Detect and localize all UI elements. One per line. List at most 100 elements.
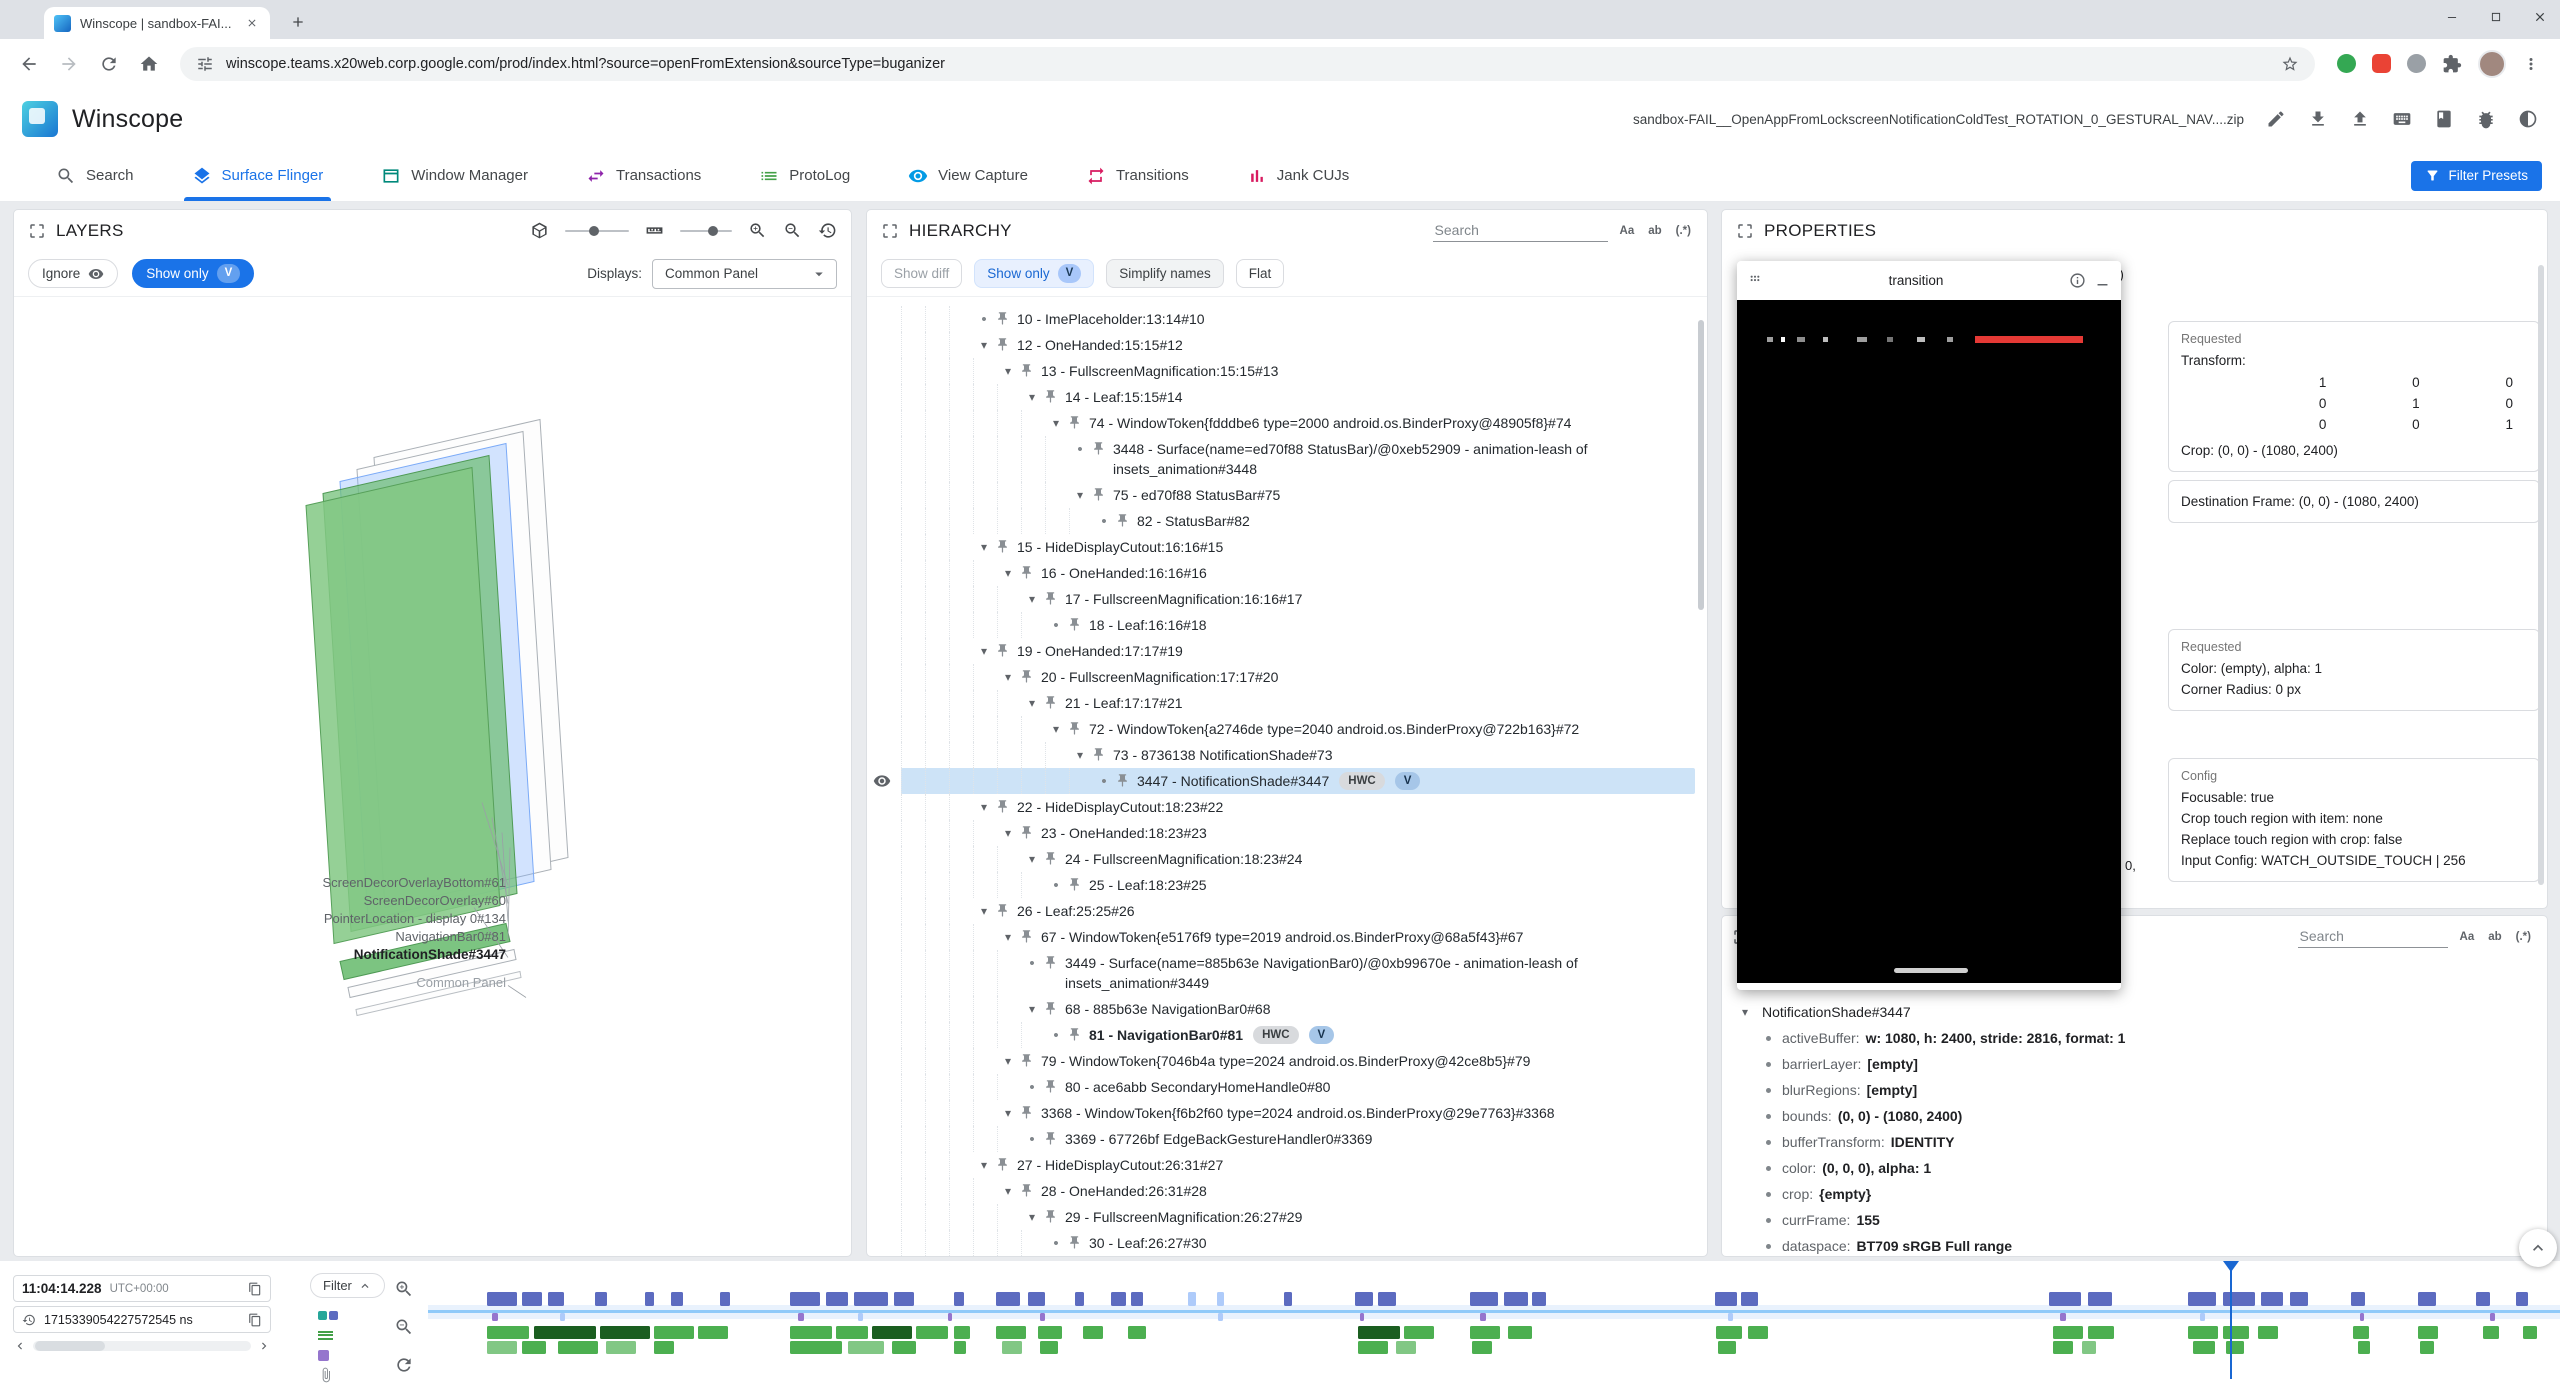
timeline-event-segment[interactable] <box>1040 1341 1058 1354</box>
pin-icon[interactable] <box>1067 617 1082 632</box>
hierarchy-node[interactable]: ▾73 - 8736138 NotificationShade#73 <box>901 742 1695 768</box>
selection-band[interactable] <box>428 1310 2560 1313</box>
report-bug-icon[interactable] <box>2476 109 2496 129</box>
timeline-event-segment[interactable] <box>1504 1292 1528 1306</box>
property-row[interactable]: bounds:(0, 0) - (1080, 2400) <box>1722 1103 2547 1129</box>
properties-search-input[interactable] <box>2298 925 2448 948</box>
legend-surface-flinger[interactable] <box>318 1325 362 1345</box>
pin-icon[interactable] <box>1043 851 1058 866</box>
timeline-event-segment[interactable] <box>1716 1326 1742 1339</box>
reset-zoom-icon[interactable] <box>394 1355 414 1375</box>
eye-icon[interactable] <box>873 772 891 790</box>
hierarchy-scrollbar[interactable] <box>1698 320 1704 610</box>
browser-tab[interactable]: Winscope | sandbox-FAI... <box>44 7 270 39</box>
pin-icon[interactable] <box>1019 669 1034 684</box>
zoom-in-icon[interactable] <box>748 221 767 240</box>
timeline-event-segment[interactable] <box>2420 1341 2434 1354</box>
timeline-event-segment[interactable] <box>487 1292 517 1306</box>
property-root-node[interactable]: ▾ NotificationShade#3447 <box>1722 999 2547 1025</box>
new-tab-button[interactable] <box>286 10 310 34</box>
bookmark-star-icon[interactable] <box>2281 55 2299 73</box>
collapse-chevron-icon[interactable]: ▾ <box>973 1152 995 1178</box>
hierarchy-node[interactable]: •30 - Leaf:26:27#30 <box>901 1230 1695 1256</box>
copy-icon[interactable] <box>248 1313 262 1327</box>
scroll-top-button[interactable] <box>2519 1229 2557 1267</box>
pin-icon[interactable] <box>995 337 1010 352</box>
collapse-chevron-icon[interactable]: ▾ <box>1021 586 1043 612</box>
pin-icon[interactable] <box>1043 591 1058 606</box>
layer-label[interactable]: NotificationShade#3447 <box>34 946 506 964</box>
pin-icon[interactable] <box>1019 1053 1034 1068</box>
collapse-chevron-icon[interactable]: ▾ <box>1021 846 1043 872</box>
extension-icon[interactable] <box>2407 54 2426 73</box>
collapse-chevron-icon[interactable]: ▾ <box>997 1178 1019 1204</box>
hierarchy-node[interactable]: ▾12 - OneHanded:15:15#12 <box>901 332 1695 358</box>
hierarchy-node[interactable]: •25 - Leaf:18:23#25 <box>901 872 1695 898</box>
timeline-event-segment[interactable] <box>548 1292 564 1306</box>
zoom-in-icon[interactable] <box>394 1279 414 1299</box>
timeline-event-segment[interactable] <box>654 1341 674 1354</box>
whole-word-toggle[interactable]: ab <box>2486 930 2503 944</box>
timeline-event-segment[interactable] <box>2523 1326 2537 1339</box>
timeline-event-segment[interactable] <box>2261 1292 2283 1306</box>
pin-icon[interactable] <box>995 799 1010 814</box>
timeline-event-segment[interactable] <box>2053 1326 2083 1339</box>
shortcuts-icon[interactable] <box>2392 109 2412 129</box>
timeline-event-segment[interactable] <box>954 1292 964 1306</box>
rotation-slider[interactable] <box>565 230 629 232</box>
address-bar[interactable]: winscope.teams.x20web.corp.google.com/pr… <box>180 47 2315 81</box>
property-row[interactable]: dataspace:BT709 sRGB Full range <box>1722 1233 2547 1256</box>
timeline-event-segment[interactable] <box>1128 1326 1146 1339</box>
timeline-event-segment[interactable] <box>826 1292 848 1306</box>
pin-icon[interactable] <box>1115 513 1130 528</box>
window-minimize-icon[interactable] <box>2444 9 2460 25</box>
timeline-event-segment[interactable] <box>996 1326 1026 1339</box>
timeline-event-segment[interactable] <box>1748 1326 1768 1339</box>
hierarchy-node[interactable]: •3449 - Surface(name=885b63e NavigationB… <box>901 950 1695 996</box>
profile-avatar[interactable] <box>2478 50 2506 78</box>
spacing-slider[interactable] <box>680 230 732 232</box>
timeline-event-segment[interactable] <box>2060 1313 2066 1321</box>
timeline-event-segment[interactable] <box>720 1292 730 1306</box>
timeline-event-segment[interactable] <box>790 1326 832 1339</box>
timeline-event-segment[interactable] <box>654 1326 694 1339</box>
pin-icon[interactable] <box>1067 1027 1082 1042</box>
collapse-chevron-icon[interactable]: ▾ <box>997 560 1019 586</box>
timeline-cursor-handle[interactable] <box>2223 1261 2239 1280</box>
timeline-event-segment[interactable] <box>996 1292 1020 1306</box>
timeline-event-segment[interactable] <box>1284 1292 1292 1306</box>
timeline-event-segment[interactable] <box>1028 1292 1045 1306</box>
timeline-event-segment[interactable] <box>2053 1341 2073 1354</box>
property-row[interactable]: bufferTransform:IDENTITY <box>1722 1129 2547 1155</box>
home-button[interactable] <box>136 51 162 77</box>
timeline-event-segment[interactable] <box>558 1341 598 1354</box>
extension-icon[interactable] <box>2337 54 2356 73</box>
copy-icon[interactable] <box>248 1282 262 1296</box>
layer-label[interactable]: ScreenDecorOverlayBottom#61 <box>34 874 506 892</box>
timeline-event-segment[interactable] <box>522 1341 546 1354</box>
tab-transactions[interactable]: Transactions <box>586 150 701 201</box>
timeline-event-segment[interactable] <box>2088 1292 2112 1306</box>
upload-icon[interactable] <box>2350 109 2370 129</box>
pin-icon[interactable] <box>995 643 1010 658</box>
zoom-out-icon[interactable] <box>783 221 802 240</box>
pin-icon[interactable] <box>1091 441 1106 456</box>
timeline-canvas[interactable] <box>428 1261 2560 1392</box>
collapse-chevron-icon[interactable]: ▾ <box>997 1100 1019 1126</box>
hierarchy-node[interactable]: •3369 - 67726bf EdgeBackGestureHandler0#… <box>901 1126 1695 1152</box>
timeline-event-segment[interactable] <box>595 1292 607 1306</box>
timeline-event-segment[interactable] <box>1378 1292 1396 1306</box>
timeline-event-segment[interactable] <box>2351 1292 2365 1306</box>
pin-icon[interactable] <box>995 903 1010 918</box>
timeline-event-segment[interactable] <box>1396 1341 1416 1354</box>
ignore-toggle[interactable]: Ignore <box>28 259 118 288</box>
info-icon[interactable] <box>2069 272 2086 289</box>
timeline-event-segment[interactable] <box>2418 1292 2436 1306</box>
timeline-event-segment[interactable] <box>2188 1326 2218 1339</box>
timeline-event-segment[interactable] <box>671 1292 683 1306</box>
timeline-event-segment[interactable] <box>894 1292 914 1306</box>
page-left-icon[interactable] <box>13 1339 27 1353</box>
hierarchy-node[interactable]: ▾27 - HideDisplayCutout:26:31#27 <box>901 1152 1695 1178</box>
timeline-event-segment[interactable] <box>1083 1326 1103 1339</box>
hierarchy-node[interactable]: ▾13 - FullscreenMagnification:15:15#13 <box>901 358 1695 384</box>
